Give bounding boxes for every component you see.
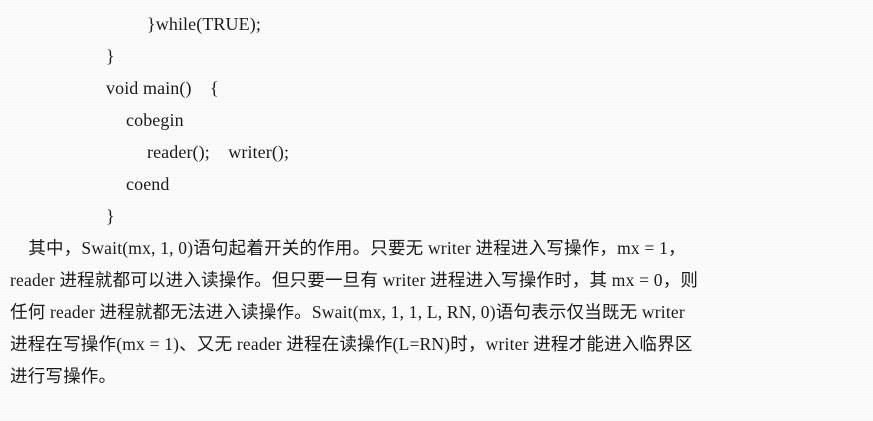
code-line-void-main: void main() { xyxy=(106,78,219,98)
code-line-coend: coend xyxy=(126,174,170,194)
code-line-reader-writer: reader(); writer(); xyxy=(147,142,290,162)
paragraph-line-2: reader 进程就都可以进入读操作。但只要一旦有 writer 进程进入写操作… xyxy=(10,270,699,290)
paragraph-line-5: 进行写操作。 xyxy=(10,366,117,386)
paragraph-line-3: 任何 reader 进程就都无法进入读操作。Swait(mx, 1, 1, L,… xyxy=(10,302,685,322)
paragraph-line-4: 进程在写操作(mx = 1)、又无 reader 进程在读操作(L=RN)时，w… xyxy=(10,334,693,354)
paragraph-line-1: 其中，Swait(mx, 1, 0)语句起着开关的作用。只要无 writer 进… xyxy=(10,238,686,258)
code-line-cobegin: cobegin xyxy=(126,110,184,130)
code-line-close-brace: } xyxy=(106,46,115,66)
code-line-while-true: }while(TRUE); xyxy=(147,14,261,34)
document-page: }while(TRUE); } void main() { cobegin re… xyxy=(0,0,873,421)
code-line-final-brace: } xyxy=(106,206,115,226)
